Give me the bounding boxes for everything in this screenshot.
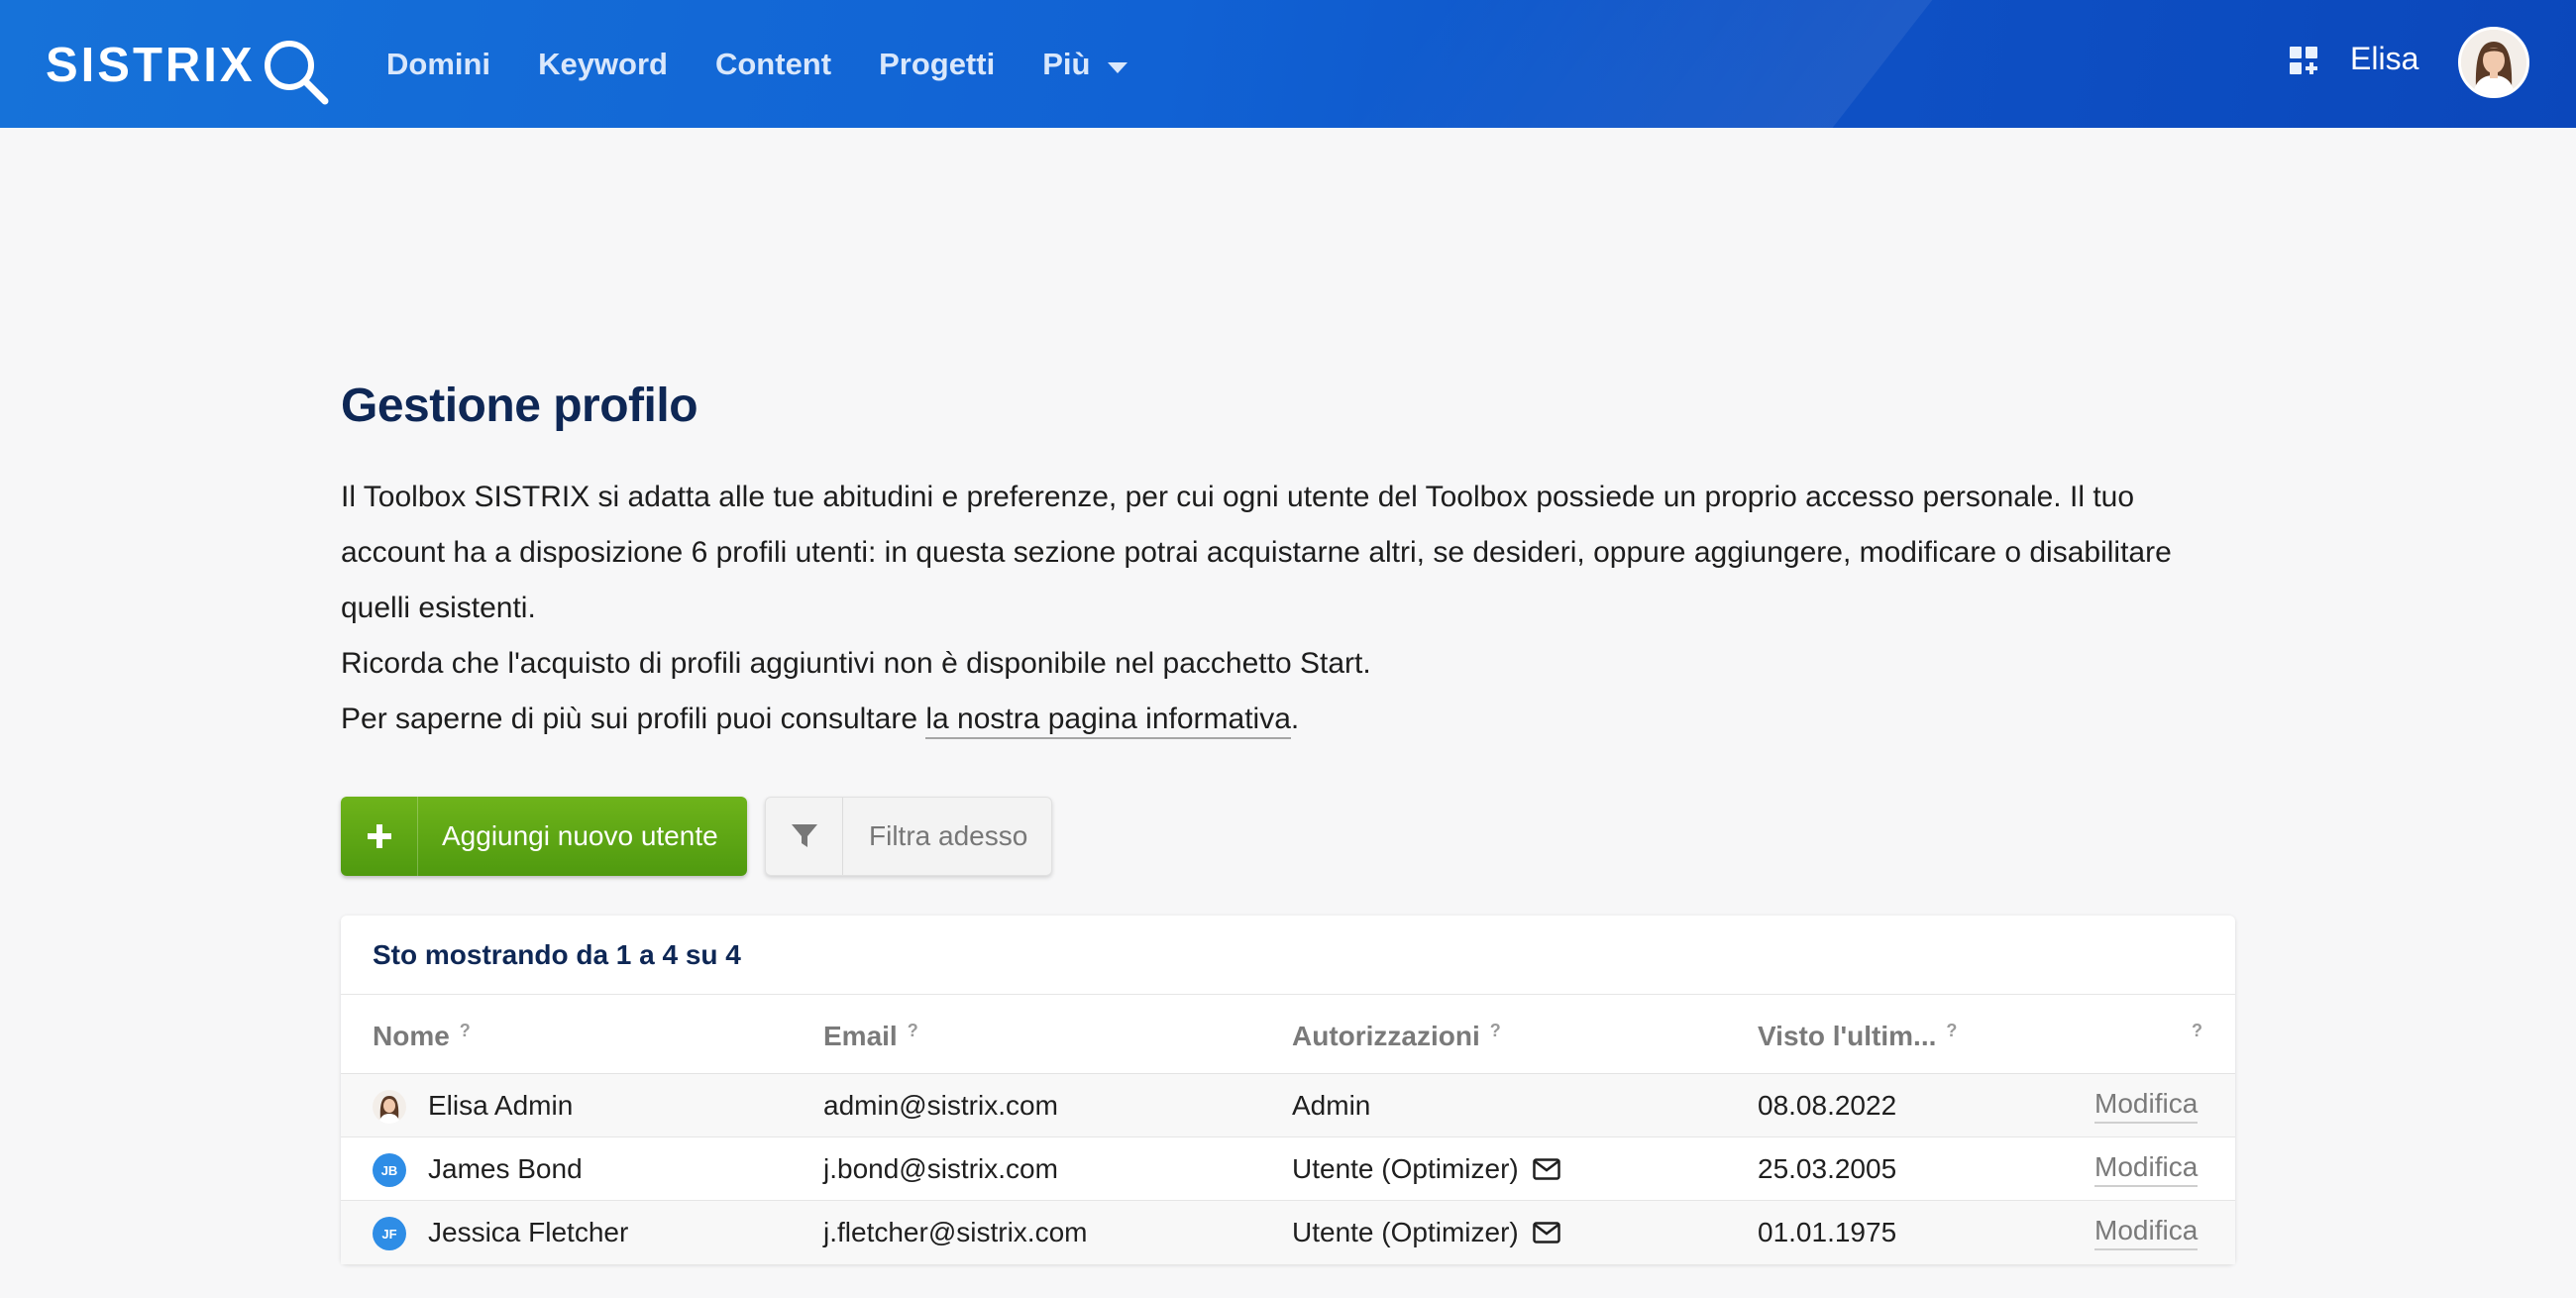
page-title: Gestione profilo	[341, 379, 698, 432]
nav-label: Progetti	[879, 47, 996, 81]
logo-text: SISTRIX	[46, 39, 256, 92]
permission-label: Utente (Optimizer)	[1292, 1153, 1519, 1184]
permission-label: Admin	[1292, 1090, 1371, 1121]
user-initials-avatar: JB	[373, 1153, 406, 1187]
column-header-label: Autorizzazioni	[1292, 1021, 1480, 1051]
nav-item-domini[interactable]: Domini	[386, 49, 490, 79]
help-icon[interactable]: ?	[1946, 1021, 1957, 1040]
help-icon[interactable]: ?	[460, 1021, 471, 1040]
apps-grid-icon[interactable]	[2288, 45, 2321, 83]
cell-permission: Admin	[1292, 1074, 1370, 1137]
user-avatar[interactable]	[2458, 27, 2529, 98]
column-header-email[interactable]: Email?	[823, 1019, 918, 1054]
intro-info-suffix: .	[1290, 703, 1300, 735]
nav-label: Domini	[386, 47, 491, 81]
main-nav: Domini Keyword Content Progetti Più	[386, 0, 1175, 128]
intro-info-prefix: Per saperne di più sui profili puoi cons…	[341, 703, 926, 735]
nav-item-progetti[interactable]: Progetti	[879, 49, 995, 79]
top-navigation-bar: SISTRIX Domini Keyword Content Progetti …	[0, 0, 2576, 128]
cell-actions: Modifica	[2094, 1137, 2199, 1201]
cell-last-seen: 08.08.2022	[1758, 1090, 1897, 1121]
column-header-actions: ?	[2182, 1019, 2202, 1054]
table-body: Elisa Admin admin@sistrix.com Admin 08.0…	[341, 1074, 2235, 1264]
intro-text: Il Toolbox SISTRIX si adatta alle tue ab…	[341, 470, 2203, 747]
intro-info-line: Per saperne di più sui profili puoi cons…	[341, 692, 2203, 747]
table-row: JB James Bond j.bond@sistrix.com Utente …	[341, 1137, 2235, 1201]
user-photo-avatar	[373, 1090, 406, 1124]
nav-label: Content	[714, 47, 832, 81]
user-initials-avatar: JF	[373, 1217, 406, 1250]
help-icon[interactable]: ?	[1490, 1021, 1501, 1040]
add-new-user-button[interactable]: Aggiungi nuovo utente	[341, 797, 747, 876]
cell-last-seen: 25.03.2005	[1758, 1153, 1897, 1184]
help-icon[interactable]: ?	[908, 1021, 918, 1040]
nav-label: Keyword	[538, 47, 668, 81]
envelope-icon[interactable]	[1532, 1222, 1560, 1244]
cell-email: j.fletcher@sistrix.com	[823, 1217, 1088, 1247]
envelope-icon[interactable]	[1532, 1158, 1560, 1180]
table-header: Nome? Email? Autorizzazioni? Visto l'ult…	[341, 995, 2235, 1074]
cell-actions: Modifica	[2094, 1201, 2199, 1264]
filter-funnel-icon	[766, 798, 843, 875]
column-header-label: Visto l'ultim...	[1758, 1021, 1937, 1051]
cell-actions: Modifica	[2094, 1074, 2199, 1137]
nav-item-keyword[interactable]: Keyword	[538, 49, 668, 79]
nav-item-piu[interactable]: Più	[1042, 47, 1128, 81]
cell-permission: Utente (Optimizer)	[1292, 1137, 1560, 1201]
column-header-label: Email	[823, 1021, 898, 1051]
user-name[interactable]: Elisa	[2350, 40, 2418, 77]
column-header-name[interactable]: Nome?	[373, 1019, 471, 1054]
edit-user-link[interactable]: Modifica	[2094, 1088, 2199, 1124]
cell-name: Elisa Admin	[428, 1090, 574, 1121]
edit-user-link[interactable]: Modifica	[2094, 1215, 2199, 1250]
plus-icon	[341, 797, 418, 876]
nav-label: Più	[1042, 47, 1091, 81]
cell-name: James Bond	[428, 1153, 583, 1184]
magnifier-logo-icon	[262, 38, 331, 112]
cell-last-seen: 01.01.1975	[1758, 1217, 1897, 1247]
caret-down-icon	[1108, 49, 1128, 79]
table-summary: Sto mostrando da 1 a 4 su 4	[341, 916, 2235, 995]
column-header-permissions[interactable]: Autorizzazioni?	[1292, 1019, 1501, 1054]
intro-paragraph: Il Toolbox SISTRIX si adatta alle tue ab…	[341, 481, 2172, 624]
add-new-user-label: Aggiungi nuovo utente	[442, 820, 718, 851]
edit-user-link[interactable]: Modifica	[2094, 1151, 2199, 1187]
sistrix-logo[interactable]: SISTRIX	[46, 38, 331, 107]
cell-permission: Utente (Optimizer)	[1292, 1201, 1560, 1264]
help-icon[interactable]: ?	[2192, 1021, 2202, 1040]
cell-name: Jessica Fletcher	[428, 1217, 629, 1247]
permission-label: Utente (Optimizer)	[1292, 1217, 1519, 1247]
cell-email: admin@sistrix.com	[823, 1090, 1058, 1121]
column-header-last-seen[interactable]: Visto l'ultim...?	[1758, 1019, 1957, 1054]
profile-management-content: Gestione profilo Il Toolbox SISTRIX si a…	[341, 377, 2235, 1264]
filter-now-label: Filtra adesso	[869, 820, 1028, 851]
cell-email: j.bond@sistrix.com	[823, 1153, 1058, 1184]
table-row: Elisa Admin admin@sistrix.com Admin 08.0…	[341, 1074, 2235, 1137]
info-page-link[interactable]: la nostra pagina informativa	[925, 703, 1291, 739]
table-row: JF Jessica Fletcher j.fletcher@sistrix.c…	[341, 1201, 2235, 1264]
nav-item-content[interactable]: Content	[715, 49, 831, 79]
header-decoration	[1266, 0, 1964, 128]
intro-start-note: Ricorda che l'acquisto di profili aggiun…	[341, 647, 1371, 680]
column-header-label: Nome	[373, 1021, 450, 1051]
users-table-card: Sto mostrando da 1 a 4 su 4 Nome? Email?…	[341, 916, 2235, 1264]
actions-bar: Aggiungi nuovo utente Filtra adesso	[341, 797, 1052, 876]
filter-now-button[interactable]: Filtra adesso	[765, 797, 1052, 876]
